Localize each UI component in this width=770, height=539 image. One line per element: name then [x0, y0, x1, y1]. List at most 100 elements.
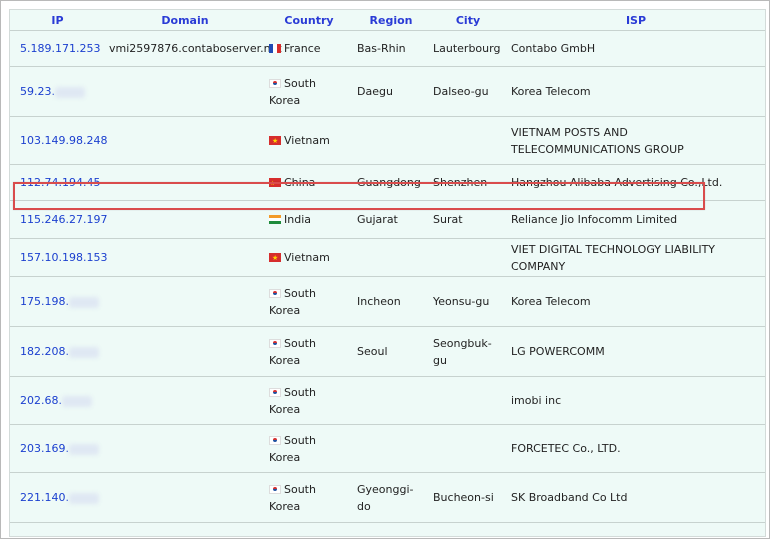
- table-row[interactable]: 157.10.198.153 Vietnam VIET DIGITAL TECHNO…: [10, 238, 765, 277]
- ip-cell[interactable]: 112.74.194.45: [10, 164, 105, 201]
- region-cell: [353, 376, 429, 425]
- redacted-ip-segment: [55, 86, 85, 98]
- ip-cell[interactable]: 221.140.: [10, 472, 105, 523]
- domain-cell: [105, 326, 265, 377]
- france-flag-icon: [269, 44, 281, 53]
- city-cell: Bucheon-si: [429, 472, 507, 523]
- region-cell: Gujarat: [353, 200, 429, 239]
- country-cell: Vietnam: [265, 116, 353, 165]
- region-cell: Guangdong: [353, 164, 429, 201]
- isp-cell-text: Korea Telecom: [511, 85, 591, 98]
- redacted-ip-segment: [68, 443, 99, 455]
- ip-link[interactable]: 5.189.171.253: [20, 42, 100, 55]
- ip-cell[interactable]: 115.246.27.197: [10, 200, 107, 239]
- header-ip[interactable]: IP: [10, 10, 105, 31]
- table-row[interactable]: 202.68. South Korea imobi inc: [10, 376, 765, 425]
- city-cell: Surat: [429, 200, 507, 239]
- country-cell: South Korea: [265, 376, 353, 425]
- region-cell: Seoul: [353, 326, 429, 377]
- isp-cell-text: SK Broadband Co Ltd: [511, 491, 628, 504]
- region-cell-text: Gyeonggi-do: [357, 482, 414, 513]
- ip-cell[interactable]: 157.10.198.153: [10, 238, 107, 277]
- city-cell-text: Surat: [433, 213, 463, 226]
- country-cell: France: [265, 30, 353, 67]
- isp-cell-text: FORCETEC Co., LTD.: [511, 442, 621, 455]
- city-cell-text: Shenzhen: [433, 176, 488, 189]
- country-cell-text: Vietnam: [284, 251, 330, 264]
- table-row[interactable]: 203.169. South Korea FORCETEC Co., LTD.: [10, 424, 765, 473]
- header-isp[interactable]: ISP: [507, 10, 765, 31]
- table-row[interactable]: 112.74.194.45 China Guangdong Shenzhen Hangz…: [10, 164, 765, 201]
- header-region[interactable]: Region: [353, 10, 429, 31]
- india-flag-icon: [269, 215, 281, 224]
- domain-cell: [105, 238, 265, 277]
- ip-link[interactable]: 59.23.: [20, 85, 55, 98]
- ip-cell[interactable]: 175.198.: [10, 276, 105, 327]
- ip-cell[interactable]: 5.189.171.253: [10, 30, 105, 67]
- ip-link[interactable]: 182.208.: [20, 345, 69, 358]
- ip-link[interactable]: 112.74.194.45: [20, 176, 100, 189]
- domain-cell: vmi2597876.contaboserver.net: [105, 30, 282, 67]
- region-cell-text: Guangdong: [357, 176, 421, 189]
- table-row[interactable]: 182.208. South Korea Seoul Seongbuk-gu LG PO…: [10, 326, 765, 377]
- redacted-ip-segment: [62, 395, 92, 407]
- domain-cell: [105, 116, 265, 165]
- region-cell: Bas-Rhin: [353, 30, 429, 67]
- ip-cell[interactable]: 103.149.98.248: [10, 116, 107, 165]
- country-cell: South Korea: [265, 66, 353, 117]
- region-cell: [353, 238, 429, 277]
- domain-cell: [105, 376, 265, 425]
- header-country[interactable]: Country: [265, 10, 353, 31]
- table-row[interactable]: 175.198. South Korea Incheon Yeonsu-gu Korea…: [10, 276, 765, 327]
- isp-cell-text: LG POWERCOMM: [511, 345, 605, 358]
- ip-link[interactable]: 221.140.: [20, 491, 69, 504]
- ip-cell[interactable]: 202.68.: [10, 376, 105, 425]
- isp-cell: Contabo GmbH: [507, 30, 765, 67]
- isp-cell: LG POWERCOMM: [507, 326, 765, 377]
- city-cell-text: Bucheon-si: [433, 491, 494, 504]
- isp-cell-text: Hangzhou Alibaba Advertising Co.,Ltd.: [511, 176, 723, 189]
- ip-link[interactable]: 115.246.27.197: [20, 213, 107, 226]
- ip-table: IP Domain Country Region City ISP 5.189.…: [10, 10, 765, 523]
- south-korea-flag-icon: [269, 78, 281, 88]
- header-city[interactable]: City: [429, 10, 507, 31]
- table-row[interactable]: 59.23. South Korea Daegu Dalseo-gu Korea Tel…: [10, 66, 765, 117]
- isp-cell: Reliance Jio Infocomm Limited: [507, 200, 765, 239]
- ip-link[interactable]: 203.169.: [20, 442, 69, 455]
- country-cell: South Korea: [265, 326, 353, 377]
- table-row[interactable]: 103.149.98.248 Vietnam VIETNAM POSTS AND T…: [10, 116, 765, 165]
- country-cell-text: France: [284, 42, 321, 55]
- region-cell: Gyeonggi-do: [353, 472, 429, 523]
- region-cell-text: Incheon: [357, 295, 401, 308]
- domain-cell: [105, 424, 265, 473]
- isp-cell-text: Korea Telecom: [511, 295, 591, 308]
- redacted-ip-segment: [68, 492, 99, 504]
- south-korea-flag-icon: [269, 435, 281, 445]
- ip-link[interactable]: 157.10.198.153: [20, 251, 107, 264]
- table-row[interactable]: 115.246.27.197 India Gujarat Surat Reliance …: [10, 200, 765, 239]
- country-cell: India: [265, 200, 353, 239]
- city-cell: Yeonsu-gu: [429, 276, 507, 327]
- domain-cell: [105, 164, 265, 201]
- ip-link[interactable]: 202.68.: [20, 394, 62, 407]
- country-cell: South Korea: [265, 472, 353, 523]
- isp-cell-text: Contabo GmbH: [511, 42, 596, 55]
- redacted-ip-segment: [68, 296, 99, 308]
- ip-cell[interactable]: 203.169.: [10, 424, 105, 473]
- ip-cell[interactable]: 59.23.: [10, 66, 105, 117]
- table-body: 5.189.171.253 vmi2597876.contaboserver.ne…: [10, 30, 765, 523]
- city-cell-text: Seongbuk-gu: [433, 336, 492, 367]
- region-cell-text: Daegu: [357, 85, 393, 98]
- ip-table-panel: IP Domain Country Region City ISP 5.189.…: [9, 9, 766, 537]
- header-domain[interactable]: Domain: [105, 10, 265, 31]
- ip-link[interactable]: 175.198.: [20, 295, 69, 308]
- ip-link[interactable]: 103.149.98.248: [20, 134, 107, 147]
- country-cell: China: [265, 164, 353, 201]
- table-row[interactable]: 221.140. South Korea Gyeonggi-do Bucheon-si…: [10, 472, 765, 523]
- ip-cell[interactable]: 182.208.: [10, 326, 105, 377]
- china-flag-icon: [269, 175, 281, 192]
- region-cell: [353, 424, 429, 473]
- south-korea-flag-icon: [269, 387, 281, 397]
- domain-cell: [105, 200, 265, 239]
- table-row[interactable]: 5.189.171.253 vmi2597876.contaboserver.ne…: [10, 30, 765, 67]
